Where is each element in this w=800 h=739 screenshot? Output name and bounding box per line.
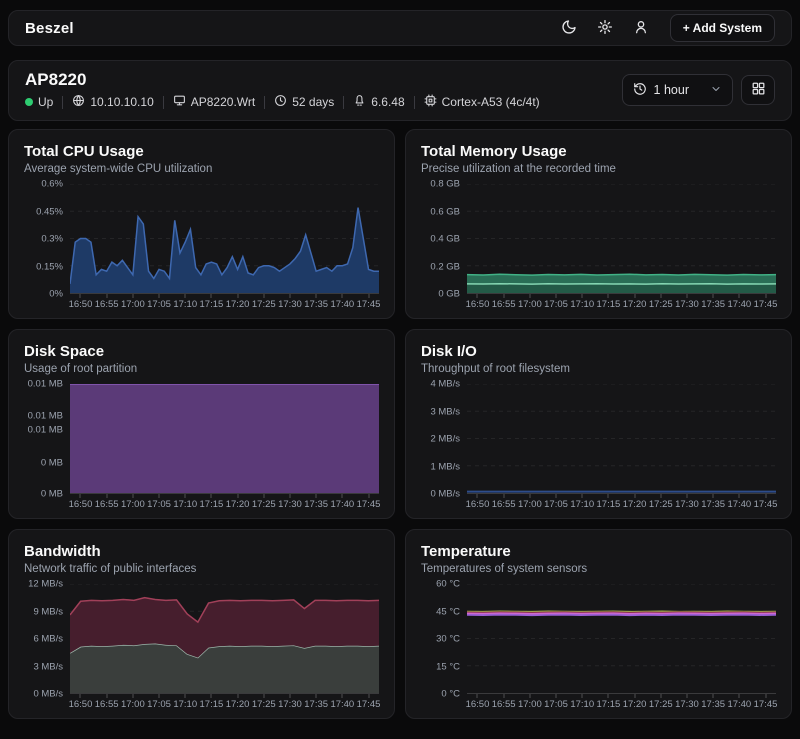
system-cpu-model: Cortex-A53 (4c/4t)	[424, 94, 540, 110]
header-actions: + Add System	[554, 14, 775, 42]
user-menu-button[interactable]	[626, 14, 656, 42]
history-icon	[633, 82, 647, 99]
hostname-label: AP8220.Wrt	[191, 95, 255, 109]
chart-subtitle: Usage of root partition	[24, 363, 379, 375]
chart-card-bandwidth: Bandwidth Network traffic of public inte…	[8, 529, 395, 719]
chart-card-disk-space: Disk Space Usage of root partition 0.01 …	[8, 329, 395, 519]
bandwidth-chart[interactable]: 12 MB/s9 MB/s6 MB/s3 MB/s0 MB/s16:5016:5…	[24, 584, 379, 712]
moon-icon	[561, 19, 577, 38]
grid-icon	[751, 81, 766, 99]
chart-title: Total Memory Usage	[421, 143, 776, 160]
gear-icon	[597, 19, 613, 38]
chevron-down-icon	[710, 83, 722, 98]
chart-subtitle: Precise utilization at the recorded time	[421, 163, 776, 175]
chart-card-temperature: Temperature Temperatures of system senso…	[405, 529, 792, 719]
chart-title: Total CPU Usage	[24, 143, 379, 160]
uptime-label: 52 days	[292, 95, 334, 109]
cpu-chart[interactable]: 0.6%0.45%0.3%0.15%0%16:5016:5517:0017:05…	[24, 184, 379, 312]
system-name: AP8220	[25, 70, 540, 90]
chart-layout-button[interactable]	[741, 75, 775, 105]
divider	[414, 96, 415, 109]
temperature-chart[interactable]: 60 °C45 °C30 °C15 °C0 °C16:5016:5517:001…	[421, 584, 776, 712]
charts-grid: Total CPU Usage Average system-wide CPU …	[8, 129, 792, 719]
system-controls: 1 hour	[622, 74, 775, 106]
system-hostname: AP8220.Wrt	[173, 94, 255, 110]
divider	[62, 96, 63, 109]
app-header: Beszel + Add System	[8, 10, 792, 46]
system-info-bar: AP8220 Up 10.10.10.10 AP8220.Wrt	[8, 60, 792, 121]
system-meta: Up 10.10.10.10 AP8220.Wrt	[25, 94, 540, 110]
cpu-chip-icon	[424, 94, 437, 110]
chart-title: Temperature	[421, 543, 776, 560]
divider	[343, 96, 344, 109]
kernel-label: 6.6.48	[371, 95, 404, 109]
theme-toggle-button[interactable]	[554, 14, 584, 42]
system-kernel: 6.6.48	[353, 94, 404, 110]
app-logo: Beszel	[25, 20, 74, 37]
chart-card-memory: Total Memory Usage Precise utilization a…	[405, 129, 792, 319]
chart-subtitle: Temperatures of system sensors	[421, 563, 776, 575]
chart-subtitle: Average system-wide CPU utilization	[24, 163, 379, 175]
memory-chart[interactable]: 0.8 GB0.6 GB0.4 GB0.2 GB0 GB16:5016:5517…	[421, 184, 776, 312]
time-range-select[interactable]: 1 hour	[622, 74, 733, 106]
system-ip: 10.10.10.10	[72, 94, 153, 110]
monitor-icon	[173, 94, 186, 110]
chart-subtitle: Network traffic of public interfaces	[24, 563, 379, 575]
ip-label: 10.10.10.10	[90, 95, 153, 109]
status-dot	[25, 98, 33, 106]
add-system-button[interactable]: + Add System	[670, 14, 775, 42]
system-status: Up	[25, 95, 53, 109]
chart-card-cpu: Total CPU Usage Average system-wide CPU …	[8, 129, 395, 319]
chart-title: Disk Space	[24, 343, 379, 360]
clock-icon	[274, 94, 287, 110]
divider	[264, 96, 265, 109]
disk-space-chart[interactable]: 0.01 MB0.01 MB0.01 MB0 MB0 MB16:5016:551…	[24, 384, 379, 512]
system-summary: AP8220 Up 10.10.10.10 AP8220.Wrt	[25, 70, 540, 110]
status-label: Up	[38, 95, 53, 109]
time-range-value: 1 hour	[654, 83, 689, 97]
disk-io-chart[interactable]: 4 MB/s3 MB/s2 MB/s1 MB/s0 MB/s16:5016:55…	[421, 384, 776, 512]
cpu-model-label: Cortex-A53 (4c/4t)	[442, 95, 540, 109]
chart-subtitle: Throughput of root filesystem	[421, 363, 776, 375]
kernel-icon	[353, 94, 366, 110]
system-uptime: 52 days	[274, 94, 334, 110]
chart-title: Disk I/O	[421, 343, 776, 360]
divider	[163, 96, 164, 109]
chart-title: Bandwidth	[24, 543, 379, 560]
settings-button[interactable]	[590, 14, 620, 42]
globe-icon	[72, 94, 85, 110]
chart-card-disk-io: Disk I/O Throughput of root filesystem 4…	[405, 329, 792, 519]
user-icon	[633, 19, 649, 38]
